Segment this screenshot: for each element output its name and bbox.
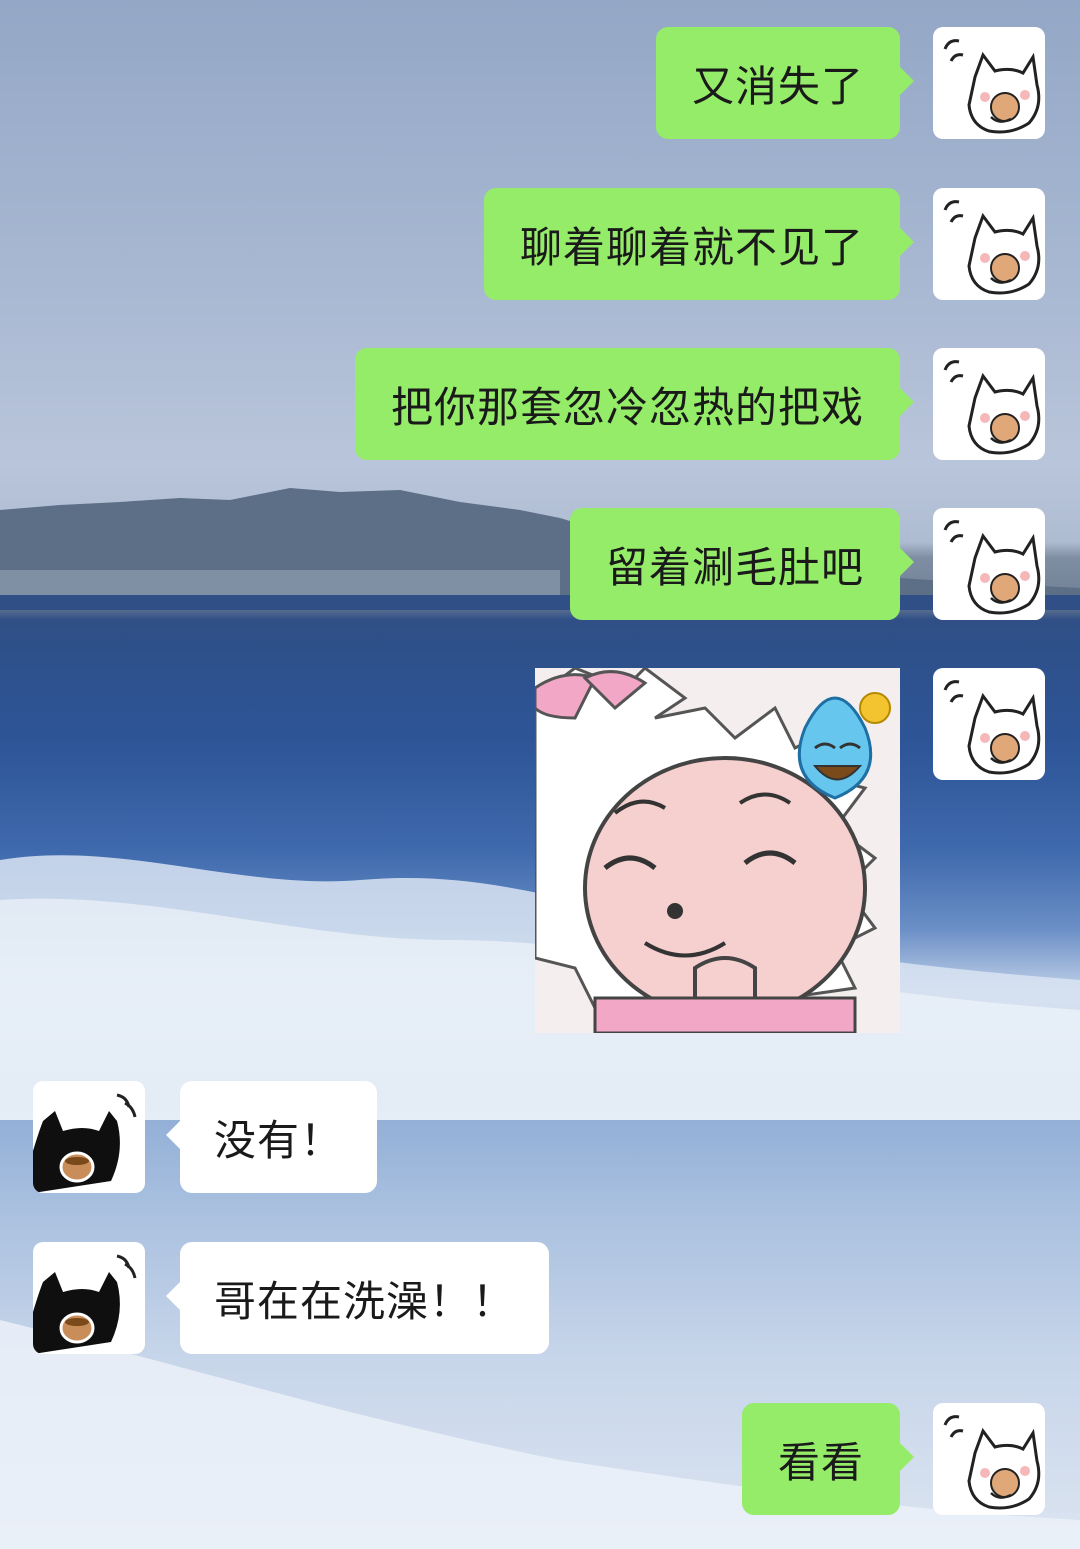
white-cat-avatar-icon	[943, 680, 1041, 775]
bubble-tail	[898, 386, 914, 418]
my-avatar[interactable]	[933, 508, 1045, 620]
message-text: 聊着聊着就不见了	[519, 222, 864, 272]
sticker-image	[535, 668, 900, 1033]
message-row-other: 没有！	[0, 1081, 1080, 1193]
message-text: 没有！	[214, 1115, 344, 1165]
my-message-bubble[interactable]: 留着涮毛肚吧	[569, 508, 914, 620]
my-avatar[interactable]	[933, 1403, 1045, 1515]
bubble-tail	[898, 1441, 914, 1473]
my-message-bubble[interactable]: 又消失了	[655, 27, 914, 139]
bubble-tail	[898, 65, 914, 97]
my-message-bubble[interactable]: 看看	[741, 1403, 914, 1515]
other-avatar[interactable]	[33, 1081, 145, 1193]
my-message-bubble[interactable]: 聊着聊着就不见了	[483, 188, 914, 300]
other-avatar[interactable]	[33, 1242, 145, 1354]
other-message-bubble[interactable]: 没有！	[166, 1081, 378, 1193]
white-cat-avatar-icon	[943, 39, 1041, 134]
message-text: 哥在在洗澡！！	[214, 1276, 516, 1326]
white-cat-avatar-icon	[943, 200, 1041, 295]
bubble-tail	[898, 226, 914, 258]
white-cat-avatar-icon	[943, 1415, 1041, 1510]
message-text: 留着涮毛肚吧	[605, 542, 864, 592]
message-row-me: 留着涮毛肚吧	[0, 508, 1080, 620]
black-cat-avatar-icon	[33, 1254, 137, 1354]
message-row-me: 又消失了	[0, 27, 1080, 139]
message-row-me: 看看	[0, 1403, 1080, 1515]
message-text: 把你那套忽冷忽热的把戏	[390, 382, 864, 432]
my-message-bubble[interactable]: 把你那套忽冷忽热的把戏	[354, 348, 914, 460]
bubble-tail	[898, 546, 914, 578]
black-cat-avatar-icon	[33, 1093, 137, 1193]
bubble-tail	[166, 1119, 182, 1151]
my-avatar[interactable]	[933, 27, 1045, 139]
message-row-me: 把你那套忽冷忽热的把戏	[0, 348, 1080, 460]
pink-sheep-sweat-smile-sticker[interactable]	[535, 668, 900, 1033]
my-avatar[interactable]	[933, 348, 1045, 460]
message-row-me: 聊着聊着就不见了	[0, 188, 1080, 300]
white-cat-avatar-icon	[943, 520, 1041, 615]
message-row-other: 哥在在洗澡！！	[0, 1242, 1080, 1354]
bubble-tail	[166, 1280, 182, 1312]
my-avatar[interactable]	[933, 188, 1045, 300]
my-avatar[interactable]	[933, 668, 1045, 780]
message-text: 看看	[777, 1437, 864, 1487]
other-message-bubble[interactable]: 哥在在洗澡！！	[166, 1242, 550, 1354]
white-cat-avatar-icon	[943, 360, 1041, 455]
message-text: 又消失了	[691, 61, 864, 111]
